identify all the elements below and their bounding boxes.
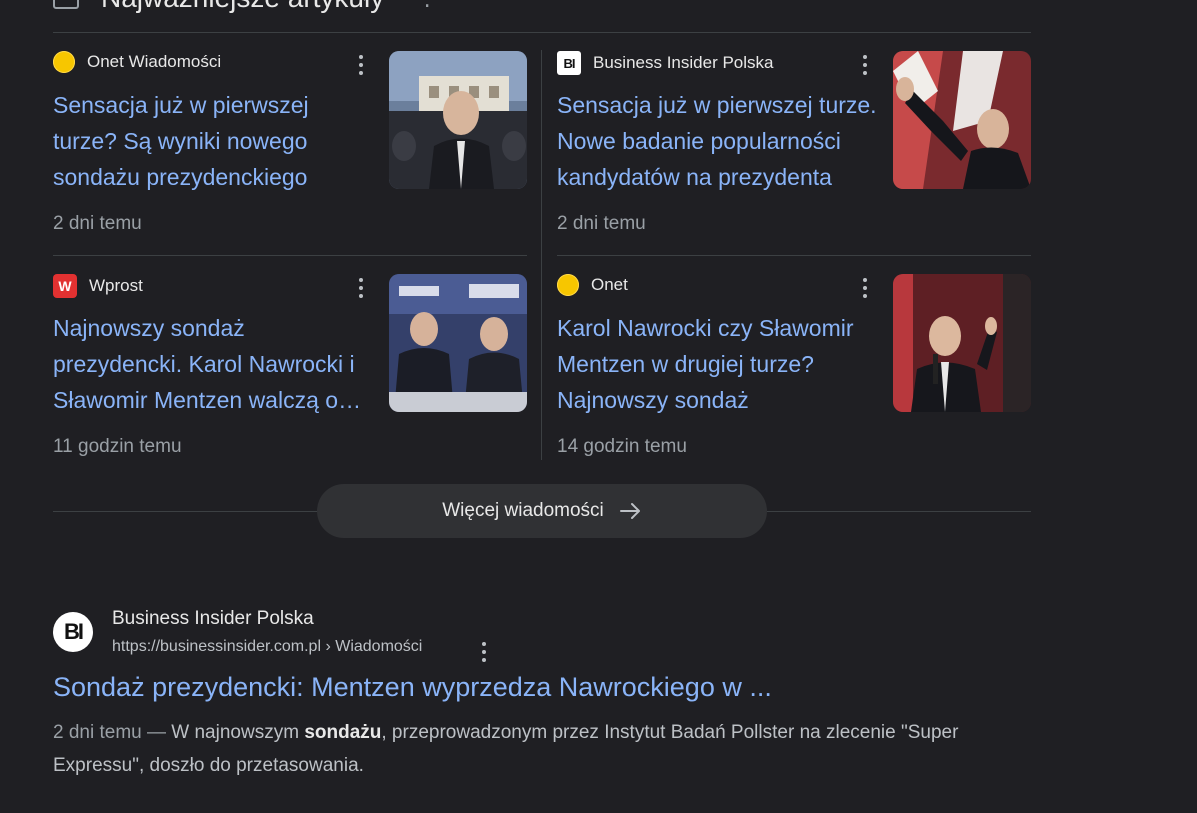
card-source: BI Business Insider Polska — [557, 51, 773, 75]
card-title[interactable]: Karol Nawrocki czy Sławomir Mentzen w dr… — [557, 310, 877, 418]
snippet-date: 2 dni temu — — [53, 722, 166, 743]
card-title[interactable]: Sensacja już w pierwszej turze? Są wynik… — [53, 87, 373, 195]
section-more-icon[interactable]: ⋮ — [416, 0, 438, 11]
section-header: Najważniejsze artykuły ⋮ — [53, 0, 438, 18]
more-options-icon[interactable] — [855, 53, 875, 77]
card-source: Onet Wiadomości — [53, 51, 221, 73]
card-title[interactable]: Sensacja już w pierwszej turze. Nowe bad… — [557, 87, 877, 195]
card-title[interactable]: Najnowszy sondaż prezydencki. Karol Nawr… — [53, 310, 373, 418]
onet-icon — [53, 51, 75, 73]
news-card[interactable]: BI Business Insider Polska Sensacja już … — [557, 33, 1031, 255]
news-card[interactable]: Onet Karol Nawrocki czy Sławomir Mentzen… — [557, 256, 1031, 478]
column-divider — [541, 50, 542, 460]
snippet-text: W najnowszym — [166, 722, 305, 743]
result-site-name[interactable]: Business Insider Polska — [112, 608, 314, 630]
section-title: Najważniejsze artykuły — [101, 0, 384, 14]
result-url[interactable]: https://businessinsider.com.pl › Wiadomo… — [112, 638, 422, 656]
source-name: Business Insider Polska — [593, 53, 774, 72]
bi-icon[interactable]: BI — [53, 612, 93, 652]
card-thumbnail[interactable] — [389, 274, 527, 412]
bi-icon: BI — [557, 51, 581, 75]
more-news-button[interactable]: Więcej wiadomości — [317, 484, 767, 538]
more-options-icon[interactable] — [474, 640, 494, 664]
source-name: Wprost — [89, 276, 143, 295]
result-snippet: 2 dni temu — W najnowszym sondażu, przep… — [53, 716, 1013, 782]
source-name: Onet Wiadomości — [87, 52, 222, 71]
more-options-icon[interactable] — [351, 53, 371, 77]
news-icon — [53, 0, 79, 9]
more-options-icon[interactable] — [351, 276, 371, 300]
result-title[interactable]: Sondaż prezydencki: Mentzen wyprzedza Na… — [53, 672, 772, 703]
onet-icon — [557, 274, 579, 296]
card-thumbnail[interactable] — [389, 51, 527, 189]
more-news-label: Więcej wiadomości — [442, 500, 604, 521]
news-card[interactable]: Onet Wiadomości Sensacja już w pierwszej… — [53, 33, 527, 255]
news-card[interactable]: W Wprost Najnowszy sondaż prezydencki. K… — [53, 256, 527, 478]
card-time: 2 dni temu — [557, 213, 646, 234]
source-name: Onet — [591, 275, 628, 294]
card-source: W Wprost — [53, 274, 143, 298]
arrow-right-icon — [619, 503, 640, 519]
card-thumbnail[interactable] — [893, 51, 1031, 189]
card-source: Onet — [557, 274, 628, 296]
wprost-icon: W — [53, 274, 77, 298]
card-time: 14 godzin temu — [557, 436, 687, 457]
more-options-icon[interactable] — [855, 276, 875, 300]
card-time: 2 dni temu — [53, 213, 142, 234]
snippet-highlight: sondażu — [304, 722, 382, 743]
card-time: 11 godzin temu — [53, 436, 182, 457]
card-thumbnail[interactable] — [893, 274, 1031, 412]
